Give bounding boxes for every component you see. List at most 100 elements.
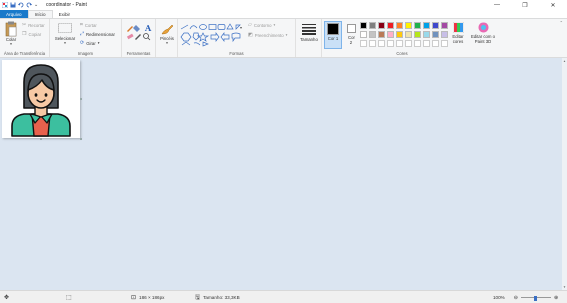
- coordinator-avatar-image: [11, 64, 71, 137]
- scroll-down-arrow-icon[interactable]: ▼: [563, 285, 566, 289]
- ribbon-collapse-chevron-icon[interactable]: ⌃: [560, 20, 563, 25]
- palette-swatch[interactable]: [360, 22, 367, 29]
- palette-swatch[interactable]: [378, 22, 385, 29]
- eraser-icon[interactable]: [126, 33, 134, 40]
- color-picker-icon[interactable]: [135, 34, 141, 40]
- palette-swatch[interactable]: [369, 31, 376, 38]
- palette-swatch[interactable]: [441, 31, 448, 38]
- palette-empty-swatch[interactable]: [414, 40, 421, 47]
- rotate-icon: ⟳: [80, 40, 85, 46]
- fill-chevron-icon: ▾: [285, 33, 288, 37]
- minimize-button[interactable]: —: [483, 0, 511, 10]
- palette-swatch[interactable]: [387, 31, 394, 38]
- resize-button[interactable]: ⤢ Redimensionar: [80, 31, 115, 37]
- palette-empty-swatch[interactable]: [423, 40, 430, 47]
- undo-icon[interactable]: [18, 2, 24, 8]
- cut-button[interactable]: ✂ Recortar: [22, 22, 45, 28]
- select-button[interactable]: Selecionar ▾: [52, 23, 78, 46]
- palette-empty-swatch[interactable]: [387, 40, 394, 47]
- palette-empty-swatch[interactable]: [441, 40, 448, 47]
- shapes-gallery[interactable]: [180, 23, 244, 47]
- shapes-scroll-chevron-icon[interactable]: ▾: [240, 25, 242, 30]
- window-title: coordinator - Paint: [46, 2, 87, 8]
- canvas-resize-handle-corner[interactable]: [80, 138, 82, 140]
- palette-empty-swatch[interactable]: [369, 40, 376, 47]
- palette-swatch[interactable]: [432, 31, 439, 38]
- palette-empty-swatch[interactable]: [405, 40, 412, 47]
- canvas-resize-handle-bottom[interactable]: [40, 138, 42, 140]
- size-button[interactable]: Tamanho: [298, 23, 320, 42]
- copy-button[interactable]: ❐ Copiar: [22, 31, 41, 37]
- palette-swatch[interactable]: [360, 31, 367, 38]
- heart-shape-icon: [193, 42, 201, 46]
- palette-empty-swatch[interactable]: [378, 40, 385, 47]
- zoom-slider[interactable]: [520, 295, 551, 301]
- shapes-group: ▾ ▱ Contorno ▾ ◩ Preenchimento ▾ Formas: [178, 19, 296, 57]
- vertical-scrollbar[interactable]: ▲ ▼: [562, 58, 567, 290]
- palette-swatch[interactable]: [396, 31, 403, 38]
- edit-paint3d-button[interactable]: Editar com o Paint 3D: [470, 22, 496, 44]
- disk-icon: 🖫: [195, 294, 201, 301]
- pencil-icon[interactable]: [127, 26, 133, 32]
- edit-colors-button[interactable]: Editar cores: [450, 22, 466, 44]
- zoom-slider-thumb[interactable]: [533, 295, 537, 301]
- palette-swatch[interactable]: [396, 22, 403, 29]
- save-icon[interactable]: [10, 2, 16, 8]
- customize-toolbar-chevron-icon[interactable]: ⌄: [34, 2, 40, 8]
- image-group-label: Imagem: [77, 51, 94, 56]
- color1-label: Cor 1: [327, 36, 339, 41]
- canvas-resize-handle-right[interactable]: [80, 98, 82, 100]
- fill-icon[interactable]: [133, 25, 140, 32]
- outline-icon: ▱: [248, 22, 252, 28]
- brushes-button[interactable]: Pincéis ▾: [158, 22, 176, 46]
- canvas-workspace: [0, 58, 567, 290]
- zoom-out-button[interactable]: ⊖: [514, 295, 518, 301]
- brush-icon: [161, 24, 174, 35]
- color2-button[interactable]: Cor 2: [344, 21, 358, 45]
- tab-view[interactable]: Exibir: [53, 10, 77, 18]
- zoom-in-button[interactable]: ⊕: [554, 295, 558, 301]
- tab-file[interactable]: Arquivo: [0, 10, 28, 18]
- palette-swatch[interactable]: [387, 22, 394, 29]
- palette-swatch[interactable]: [414, 22, 421, 29]
- quick-access-toolbar: ⌄: [0, 1, 40, 9]
- palette-swatch[interactable]: [405, 31, 412, 38]
- ribbon-tabs: Arquivo Início Exibir: [0, 10, 567, 18]
- rotate-button[interactable]: ⟳ Girar ▾: [80, 40, 100, 46]
- close-button[interactable]: ✕: [539, 0, 567, 10]
- palette-swatch[interactable]: [423, 31, 430, 38]
- palette-empty-swatch[interactable]: [432, 40, 439, 47]
- line-shape-icon: [180, 24, 189, 30]
- redo-icon[interactable]: [26, 2, 32, 8]
- cut-label: Recortar: [28, 22, 45, 28]
- outline-button[interactable]: ▱ Contorno ▾: [248, 22, 275, 28]
- crop-button[interactable]: ⌗ Cortar: [80, 22, 97, 28]
- palette-swatch[interactable]: [369, 22, 376, 29]
- scroll-up-arrow-icon[interactable]: ▲: [563, 59, 566, 63]
- rectangle-shape-icon: [208, 24, 217, 30]
- dimensions-icon: ⊡: [131, 295, 137, 301]
- color1-button[interactable]: Cor 1: [324, 21, 342, 49]
- magnifier-icon[interactable]: [143, 33, 151, 41]
- palette-swatch[interactable]: [423, 22, 430, 29]
- palette-swatch[interactable]: [378, 31, 385, 38]
- clipboard-group: Colar ▾ ✂ Recortar ❐ Copiar Área de Tran…: [0, 19, 50, 57]
- palette-empty-swatch[interactable]: [360, 40, 367, 47]
- fill-button[interactable]: ◩ Preenchimento ▾: [248, 32, 287, 38]
- svg-text:A: A: [144, 23, 152, 33]
- paste-icon: [5, 21, 17, 37]
- palette-swatch[interactable]: [405, 22, 412, 29]
- maximize-button[interactable]: ❐: [511, 0, 539, 10]
- color-palette: [360, 22, 452, 50]
- palette-empty-swatch[interactable]: [396, 40, 403, 47]
- cursor-move-icon: ✥: [4, 295, 10, 301]
- text-icon[interactable]: A: [144, 23, 152, 33]
- palette-swatch[interactable]: [432, 22, 439, 29]
- palette-swatch[interactable]: [414, 31, 421, 38]
- paste-button[interactable]: Colar ▾: [3, 21, 19, 47]
- drawing-canvas[interactable]: [2, 60, 80, 138]
- tab-home[interactable]: Início: [27, 10, 53, 18]
- crop-icon: ⌗: [80, 22, 83, 28]
- crop-label: Cortar: [84, 22, 97, 28]
- palette-swatch[interactable]: [441, 22, 448, 29]
